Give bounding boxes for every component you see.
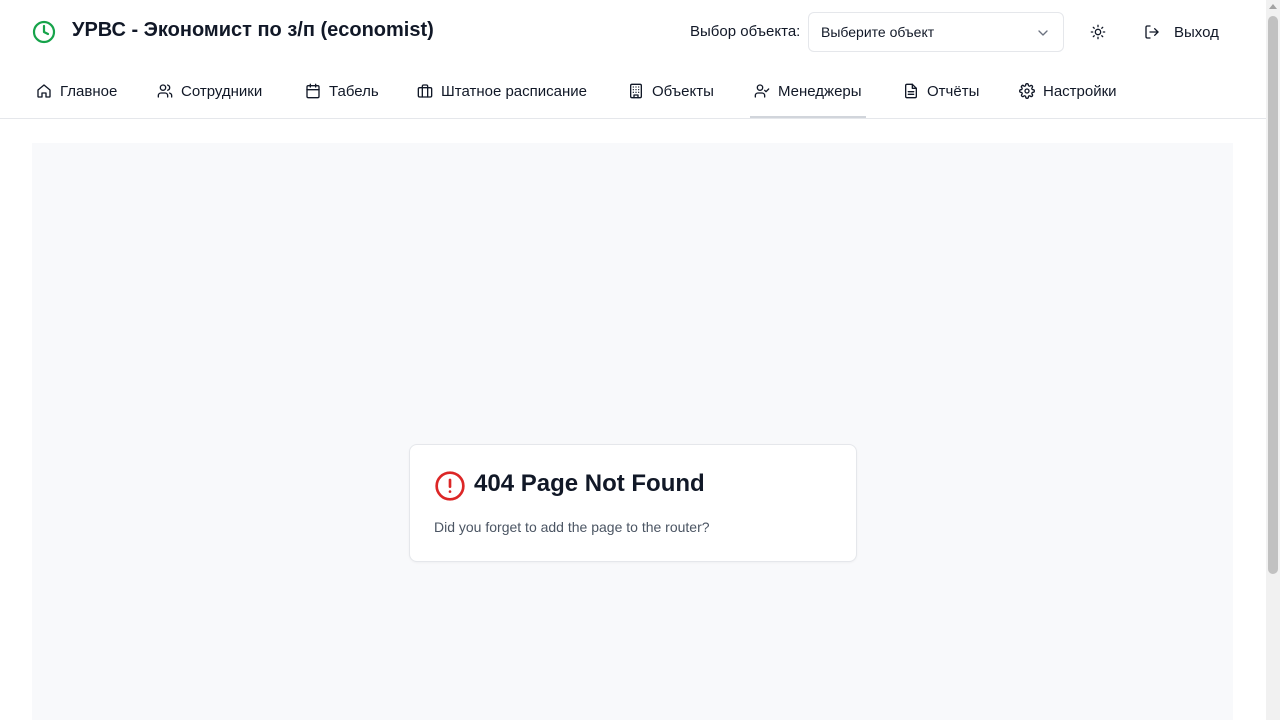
sun-icon	[1090, 24, 1106, 40]
app-window: УРВС - Экономист по з/п (economist) Выбо…	[0, 0, 1280, 720]
tab-managers[interactable]: Менеджеры	[750, 64, 866, 118]
alert-circle-icon	[435, 471, 465, 501]
object-select-value: Выберите объект	[821, 24, 935, 40]
users-icon	[157, 84, 173, 98]
tab-label: Штатное расписание	[441, 82, 588, 100]
home-icon	[37, 84, 51, 98]
tab-staff-schedule[interactable]: Штатное расписание	[413, 64, 591, 118]
calendar-icon	[306, 83, 320, 99]
briefcase-icon	[417, 84, 433, 98]
tab-label: Табель	[329, 82, 379, 100]
header: УРВС - Экономист по з/п (economist) Выбо…	[0, 0, 1266, 64]
tab-objects[interactable]: Объекты	[624, 64, 718, 118]
chevron-down-icon	[1038, 30, 1048, 36]
tab-reports[interactable]: Отчёты	[899, 64, 983, 118]
not-found-card: 404 Page Not Found Did you forget to add…	[409, 444, 857, 562]
app-title: УРВС - Экономист по з/п (economist)	[72, 19, 434, 41]
error-title: 404 Page Not Found	[474, 470, 705, 497]
error-message: Did you forget to add the page to the ro…	[434, 519, 710, 535]
clock-icon	[32, 20, 56, 44]
tab-label: Менеджеры	[778, 82, 862, 100]
tab-employees[interactable]: Сотрудники	[153, 64, 266, 118]
logout-label: Выход	[1174, 23, 1219, 41]
building-icon	[630, 83, 642, 99]
tab-label: Сотрудники	[181, 82, 263, 100]
main-content: 404 Page Not Found Did you forget to add…	[32, 143, 1233, 720]
tab-label: Настройки	[1043, 82, 1117, 100]
vertical-scrollbar[interactable]	[1266, 0, 1280, 720]
tab-label: Отчёты	[927, 82, 980, 100]
tab-label: Объекты	[652, 82, 714, 100]
logout-icon	[1145, 25, 1159, 39]
tab-timesheet[interactable]: Табель	[301, 64, 383, 118]
file-text-icon	[905, 83, 917, 99]
tab-settings[interactable]: Настройки	[1015, 64, 1121, 118]
tab-home[interactable]: Главное	[32, 64, 121, 118]
user-check-icon	[754, 84, 770, 98]
scroll-up-arrow[interactable]	[1269, 4, 1277, 9]
object-select[interactable]: Выберите объект	[808, 12, 1064, 52]
logout-button[interactable]: Выход	[1136, 14, 1227, 50]
object-select-label: Выбор объекта:	[690, 23, 801, 40]
gear-icon	[1019, 83, 1035, 99]
theme-toggle-button[interactable]	[1082, 16, 1114, 48]
tab-label: Главное	[60, 82, 118, 100]
scrollbar-thumb[interactable]	[1268, 16, 1278, 574]
main-nav: Главное Сотрудники Табель Штатное распис…	[0, 64, 1266, 119]
